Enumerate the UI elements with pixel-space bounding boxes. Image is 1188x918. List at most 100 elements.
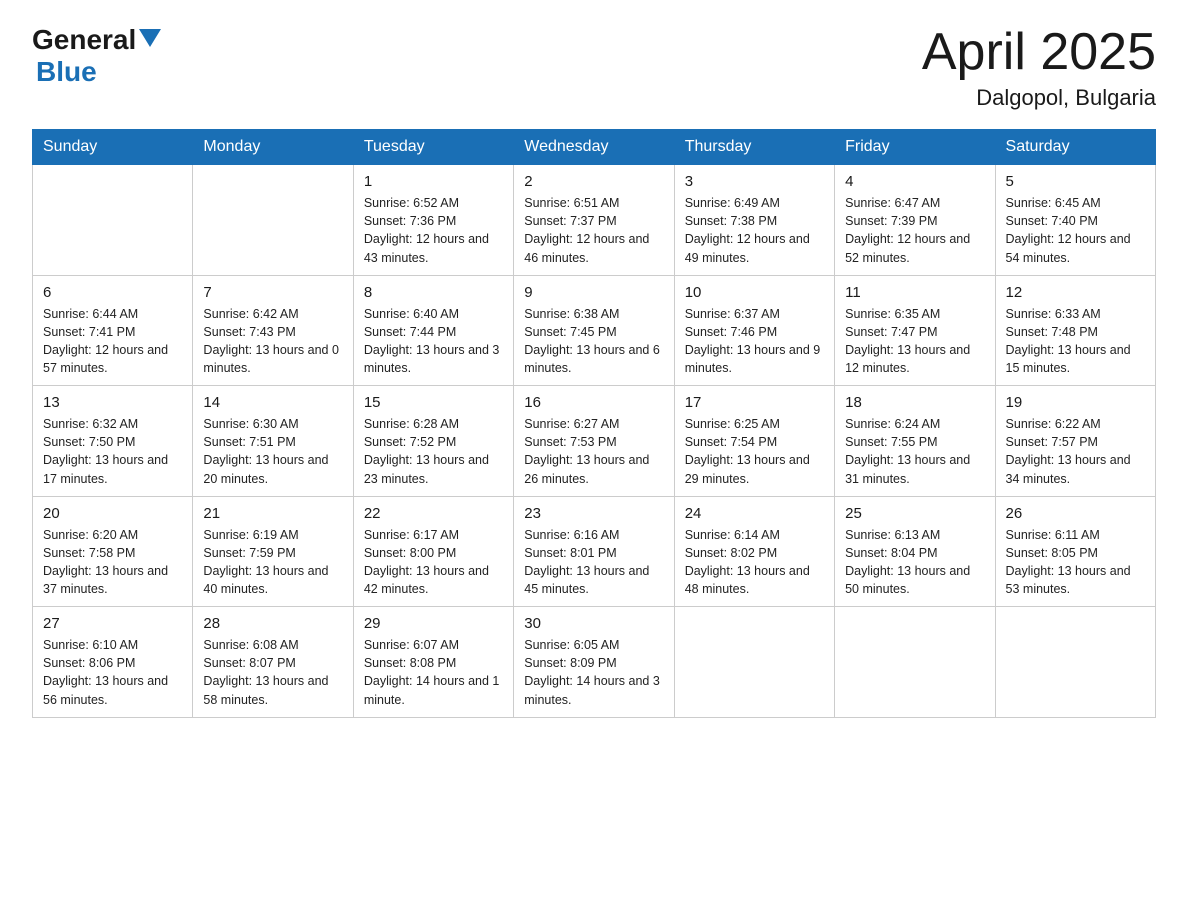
title-block: April 2025 Dalgopol, Bulgaria (922, 24, 1156, 111)
calendar-header: Sunday Monday Tuesday Wednesday Thursday… (33, 130, 1156, 165)
day-number: 12 (1006, 284, 1145, 301)
day-info: Sunrise: 6:30 AMSunset: 7:51 PMDaylight:… (203, 415, 342, 488)
col-saturday: Saturday (995, 130, 1155, 165)
day-number: 24 (685, 505, 824, 522)
day-number: 20 (43, 505, 182, 522)
day-info: Sunrise: 6:25 AMSunset: 7:54 PMDaylight:… (685, 415, 824, 488)
page-header: General Blue April 2025 Dalgopol, Bulgar… (32, 24, 1156, 111)
day-info: Sunrise: 6:44 AMSunset: 7:41 PMDaylight:… (43, 305, 182, 378)
calendar-cell: 10 Sunrise: 6:37 AMSunset: 7:46 PMDayligh… (674, 275, 834, 386)
calendar-cell (193, 165, 353, 276)
day-info: Sunrise: 6:13 AMSunset: 8:04 PMDaylight:… (845, 526, 984, 599)
header-row: Sunday Monday Tuesday Wednesday Thursday… (33, 130, 1156, 165)
day-number: 10 (685, 284, 824, 301)
calendar-cell: 21 Sunrise: 6:19 AMSunset: 7:59 PMDayligh… (193, 496, 353, 607)
calendar-cell: 1 Sunrise: 6:52 AMSunset: 7:36 PMDaylight… (353, 165, 513, 276)
calendar-cell: 28 Sunrise: 6:08 AMSunset: 8:07 PMDayligh… (193, 607, 353, 718)
calendar-cell: 4 Sunrise: 6:47 AMSunset: 7:39 PMDaylight… (835, 165, 995, 276)
calendar-cell (33, 165, 193, 276)
day-number: 3 (685, 173, 824, 190)
day-info: Sunrise: 6:14 AMSunset: 8:02 PMDaylight:… (685, 526, 824, 599)
calendar-week-5: 27Sunrise: 6:10 AMSunset: 8:06 PMDayligh… (33, 607, 1156, 718)
day-number: 7 (203, 284, 342, 301)
day-info: Sunrise: 6:08 AMSunset: 8:07 PMDaylight:… (203, 636, 342, 709)
day-number: 22 (364, 505, 503, 522)
day-info: Sunrise: 6:40 AMSunset: 7:44 PMDaylight:… (364, 305, 503, 378)
day-number: 30 (524, 615, 663, 632)
calendar-cell: 3 Sunrise: 6:49 AMSunset: 7:38 PMDaylight… (674, 165, 834, 276)
calendar-subtitle: Dalgopol, Bulgaria (922, 85, 1156, 111)
calendar-cell: 9Sunrise: 6:38 AMSunset: 7:45 PMDaylight… (514, 275, 674, 386)
calendar-cell: 12 Sunrise: 6:33 AMSunset: 7:48 PMDayligh… (995, 275, 1155, 386)
day-number: 15 (364, 394, 503, 411)
calendar-cell: 18 Sunrise: 6:24 AMSunset: 7:55 PMDayligh… (835, 386, 995, 497)
day-info: Sunrise: 6:42 AMSunset: 7:43 PMDaylight:… (203, 305, 342, 378)
day-number: 8 (364, 284, 503, 301)
calendar-cell: 15Sunrise: 6:28 AMSunset: 7:52 PMDayligh… (353, 386, 513, 497)
calendar-week-4: 20 Sunrise: 6:20 AMSunset: 7:58 PMDayligh… (33, 496, 1156, 607)
day-info: Sunrise: 6:47 AMSunset: 7:39 PMDaylight:… (845, 194, 984, 267)
day-number: 5 (1006, 173, 1145, 190)
calendar-body: 1 Sunrise: 6:52 AMSunset: 7:36 PMDaylight… (33, 165, 1156, 718)
calendar-cell: 11Sunrise: 6:35 AMSunset: 7:47 PMDayligh… (835, 275, 995, 386)
calendar-cell: 17 Sunrise: 6:25 AMSunset: 7:54 PMDayligh… (674, 386, 834, 497)
calendar-cell: 30 Sunrise: 6:05 AMSunset: 8:09 PMDayligh… (514, 607, 674, 718)
calendar-cell (674, 607, 834, 718)
calendar-cell: 20 Sunrise: 6:20 AMSunset: 7:58 PMDayligh… (33, 496, 193, 607)
calendar-cell: 2 Sunrise: 6:51 AMSunset: 7:37 PMDaylight… (514, 165, 674, 276)
day-number: 28 (203, 615, 342, 632)
logo-general-text: General (32, 24, 136, 56)
day-number: 26 (1006, 505, 1145, 522)
day-number: 14 (203, 394, 342, 411)
day-number: 2 (524, 173, 663, 190)
day-number: 25 (845, 505, 984, 522)
day-info: Sunrise: 6:17 AMSunset: 8:00 PMDaylight:… (364, 526, 503, 599)
day-info: Sunrise: 6:35 AMSunset: 7:47 PMDaylight:… (845, 305, 984, 378)
calendar-cell: 7 Sunrise: 6:42 AMSunset: 7:43 PMDaylight… (193, 275, 353, 386)
day-number: 16 (524, 394, 663, 411)
calendar-title: April 2025 (922, 24, 1156, 81)
logo: General Blue (32, 24, 161, 88)
day-info: Sunrise: 6:19 AMSunset: 7:59 PMDaylight:… (203, 526, 342, 599)
col-tuesday: Tuesday (353, 130, 513, 165)
calendar-cell (995, 607, 1155, 718)
calendar-week-3: 13 Sunrise: 6:32 AMSunset: 7:50 PMDayligh… (33, 386, 1156, 497)
col-thursday: Thursday (674, 130, 834, 165)
day-number: 13 (43, 394, 182, 411)
calendar-cell: 27Sunrise: 6:10 AMSunset: 8:06 PMDayligh… (33, 607, 193, 718)
calendar-cell: 24 Sunrise: 6:14 AMSunset: 8:02 PMDayligh… (674, 496, 834, 607)
day-info: Sunrise: 6:32 AMSunset: 7:50 PMDaylight:… (43, 415, 182, 488)
day-number: 27 (43, 615, 182, 632)
day-info: Sunrise: 6:52 AMSunset: 7:36 PMDaylight:… (364, 194, 503, 267)
day-number: 9 (524, 284, 663, 301)
day-info: Sunrise: 6:24 AMSunset: 7:55 PMDaylight:… (845, 415, 984, 488)
day-info: Sunrise: 6:11 AMSunset: 8:05 PMDaylight:… (1006, 526, 1145, 599)
day-info: Sunrise: 6:45 AMSunset: 7:40 PMDaylight:… (1006, 194, 1145, 267)
calendar-cell (835, 607, 995, 718)
day-number: 29 (364, 615, 503, 632)
col-friday: Friday (835, 130, 995, 165)
logo-triangle-icon (139, 29, 161, 47)
col-monday: Monday (193, 130, 353, 165)
day-info: Sunrise: 6:33 AMSunset: 7:48 PMDaylight:… (1006, 305, 1145, 378)
day-number: 1 (364, 173, 503, 190)
calendar-cell: 19Sunrise: 6:22 AMSunset: 7:57 PMDayligh… (995, 386, 1155, 497)
day-number: 21 (203, 505, 342, 522)
day-number: 4 (845, 173, 984, 190)
day-number: 18 (845, 394, 984, 411)
calendar-cell: 5 Sunrise: 6:45 AMSunset: 7:40 PMDaylight… (995, 165, 1155, 276)
day-info: Sunrise: 6:51 AMSunset: 7:37 PMDaylight:… (524, 194, 663, 267)
calendar-cell: 13 Sunrise: 6:32 AMSunset: 7:50 PMDayligh… (33, 386, 193, 497)
calendar-cell: 25 Sunrise: 6:13 AMSunset: 8:04 PMDayligh… (835, 496, 995, 607)
calendar-week-2: 6Sunrise: 6:44 AMSunset: 7:41 PMDaylight… (33, 275, 1156, 386)
col-sunday: Sunday (33, 130, 193, 165)
day-number: 17 (685, 394, 824, 411)
calendar-cell: 6Sunrise: 6:44 AMSunset: 7:41 PMDaylight… (33, 275, 193, 386)
day-info: Sunrise: 6:05 AMSunset: 8:09 PMDaylight:… (524, 636, 663, 709)
day-info: Sunrise: 6:49 AMSunset: 7:38 PMDaylight:… (685, 194, 824, 267)
day-info: Sunrise: 6:20 AMSunset: 7:58 PMDaylight:… (43, 526, 182, 599)
col-wednesday: Wednesday (514, 130, 674, 165)
calendar-cell: 22 Sunrise: 6:17 AMSunset: 8:00 PMDayligh… (353, 496, 513, 607)
day-info: Sunrise: 6:37 AMSunset: 7:46 PMDaylight:… (685, 305, 824, 378)
day-info: Sunrise: 6:16 AMSunset: 8:01 PMDaylight:… (524, 526, 663, 599)
